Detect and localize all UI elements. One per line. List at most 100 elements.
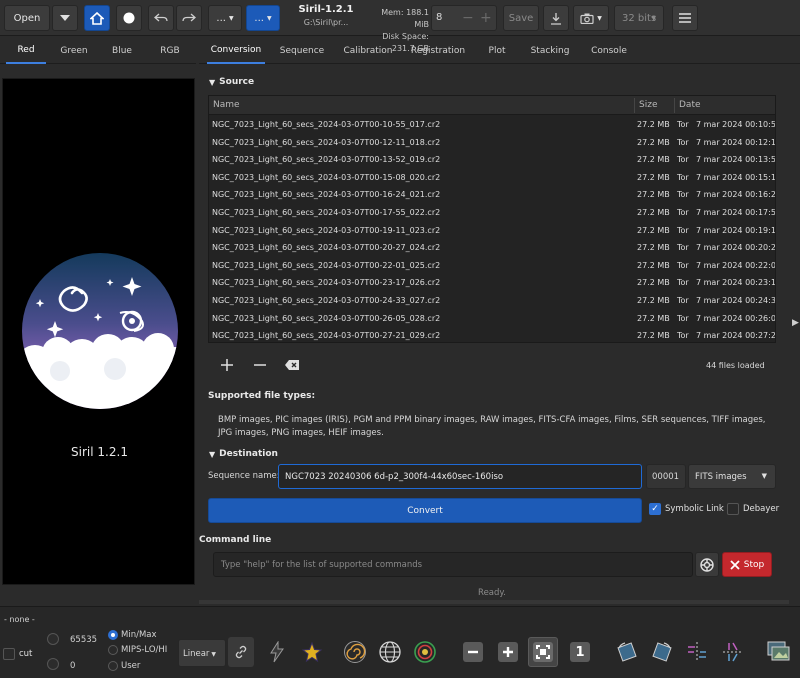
column-header-date[interactable]: Date [679,100,701,110]
radio-mips[interactable]: MIPS-LO/HI [108,645,167,655]
table-row[interactable]: NGC_7023_Light_60_secs_2024-03-07T00-10-… [209,116,775,134]
radio-min-max[interactable]: Min/Max [108,630,157,640]
table-row[interactable]: NGC_7023_Light_60_secs_2024-03-07T00-26-… [209,310,775,328]
tab-rgb[interactable]: RGB [150,38,190,64]
processing-menu-button[interactable]: ... ▼ [246,5,280,31]
undo-button[interactable] [148,5,174,31]
zoom-fit-button[interactable] [528,637,558,667]
source-file-table[interactable]: Name Size Date NGC_7023_Light_60_secs_20… [208,95,776,343]
zoom-one-button[interactable]: 1 [565,637,595,667]
mirror-horizontal-button[interactable] [682,637,712,667]
scripts-menu-label: ... [216,12,226,24]
cut-label: cut [19,649,33,659]
table-row[interactable]: NGC_7023_Light_60_secs_2024-03-07T00-15-… [209,169,775,187]
debayer-checkbox[interactable]: Debayer [727,503,779,515]
hamburger-menu-button[interactable] [672,5,698,31]
add-files-button[interactable] [219,357,235,373]
rotate-left-button[interactable] [612,637,642,667]
tab-green[interactable]: Green [54,38,94,64]
cpu-threads-stepper[interactable]: 8 − + [431,5,497,31]
progress-bar [199,600,789,604]
output-format-select[interactable]: FITS images ▼ [688,464,776,489]
main-toolbar: Open ... ▼ ... ▼ Siril-1.2.1 G:\Siril\pr..… [0,0,800,53]
photometry-button[interactable] [410,637,440,667]
tab-stacking[interactable]: Stacking [527,38,573,64]
file-type-cell: Tor [677,243,689,253]
source-section-toggle[interactable]: ▼ Source [209,77,254,87]
table-row[interactable]: NGC_7023_Light_60_secs_2024-03-07T00-27-… [209,327,775,342]
tab-red[interactable]: Red [6,38,46,64]
stop-label: Stop [743,559,765,570]
galaxy-view-button[interactable] [340,637,370,667]
minus-icon[interactable]: − [462,10,474,26]
panel-expand-arrow-icon[interactable]: ▶ [792,318,799,328]
open-button[interactable]: Open [4,5,50,31]
home-button[interactable] [84,5,110,31]
table-row[interactable]: NGC_7023_Light_60_secs_2024-03-07T00-19-… [209,222,776,240]
zoom-in-button[interactable] [493,637,523,667]
cut-checkbox[interactable]: cut [3,648,32,660]
expander-down-icon: ▼ [209,77,216,87]
table-row[interactable]: NGC_7023_Light_60_secs_2024-03-07T00-13-… [209,151,775,169]
stop-button[interactable]: Stop [722,552,772,577]
remove-files-button[interactable] [252,357,268,373]
tab-calibration[interactable]: Calibration [339,38,397,64]
low-slider-knob[interactable] [47,658,59,670]
file-date-cell: 7 mar 2024 00:19:12 [696,225,776,235]
chevron-down-icon: ▼ [761,472,767,480]
galaxy-icon [344,641,366,663]
checkbox-box [727,503,739,515]
globe-button[interactable] [375,637,405,667]
clear-files-button[interactable] [284,357,300,373]
tab-sequence[interactable]: Sequence [275,38,329,64]
table-row[interactable]: NGC_7023_Light_60_secs_2024-03-07T00-23-… [209,274,775,292]
plus-icon[interactable]: + [480,10,492,26]
scripts-menu-button[interactable]: ... ▼ [208,5,242,31]
column-header-size[interactable]: Size [639,100,657,110]
image-preview[interactable]: Siril 1.2.1 [2,78,195,585]
open-recent-dropdown[interactable] [52,5,78,31]
file-type-cell: Tor [677,225,689,235]
save-button[interactable]: Save [503,5,539,31]
file-size-cell: 27.2 MB [637,225,670,235]
tab-registration[interactable]: Registration [407,38,469,64]
radio-user[interactable]: User [108,661,140,671]
chevron-down-icon [60,15,70,21]
mirror-vertical-button[interactable] [718,637,748,667]
redo-button[interactable] [176,5,202,31]
star-detection-button[interactable] [297,637,327,667]
high-slider-knob[interactable] [47,633,59,645]
tab-plot[interactable]: Plot [481,38,513,64]
stretch-mode-select[interactable]: Linear ▼ [178,639,226,667]
start-index-input[interactable]: 00001 [646,464,686,489]
command-input[interactable]: Type "help" for the list of supported co… [213,552,693,577]
snapshot-button[interactable]: ▼ [573,5,609,31]
convert-button[interactable]: Convert [208,498,642,523]
link-channels-button[interactable] [228,637,254,667]
bit-depth-select[interactable]: 32 bits ▼ [614,5,664,31]
symbolic-link-checkbox[interactable]: ✓ Symbolic Link [649,503,724,515]
tab-console[interactable]: Console [587,38,631,64]
column-header-name[interactable]: Name [213,100,240,110]
table-row[interactable]: NGC_7023_Light_60_secs_2024-03-07T00-17-… [209,204,775,222]
save-as-button[interactable] [543,5,569,31]
lightning-icon [270,641,284,663]
table-row[interactable]: NGC_7023_Light_60_secs_2024-03-07T00-22-… [209,257,775,275]
command-help-button[interactable] [695,552,719,577]
zoom-out-button[interactable] [458,637,488,667]
tab-conversion[interactable]: Conversion [207,38,265,64]
sequence-name-input[interactable]: NGC7023 20240306 6d-p2_300f4-44x60sec-16… [278,464,642,489]
table-row[interactable]: NGC_7023_Light_60_secs_2024-03-07T00-12-… [209,134,775,152]
table-row[interactable]: NGC_7023_Light_60_secs_2024-03-07T00-24-… [209,292,775,310]
tab-blue[interactable]: Blue [102,38,142,64]
minus-icon [254,364,266,366]
table-row[interactable]: NGC_7023_Light_60_secs_2024-03-07T00-20-… [209,239,775,257]
column-divider [634,98,635,113]
auto-stretch-button[interactable] [262,637,292,667]
livestack-button[interactable] [116,5,142,31]
destination-section-toggle[interactable]: ▼ Destination [209,449,278,459]
file-type-cell: Tor [677,172,689,182]
image-info-button[interactable] [764,637,794,667]
rotate-right-button[interactable] [647,637,677,667]
table-row[interactable]: NGC_7023_Light_60_secs_2024-03-07T00-16-… [209,186,775,204]
